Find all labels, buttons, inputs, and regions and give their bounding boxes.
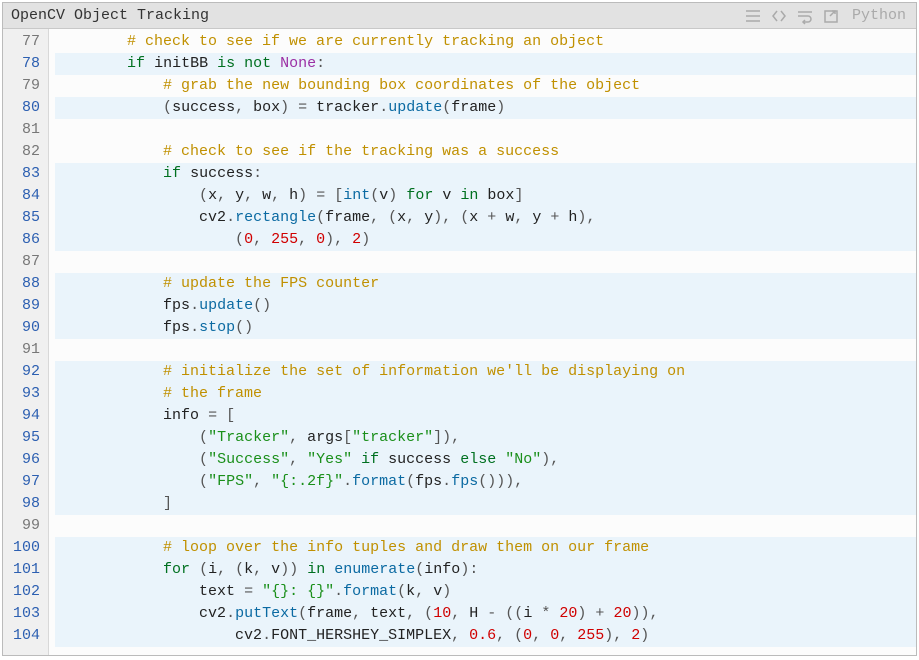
line-number: 97 (13, 471, 40, 493)
line-number: 79 (13, 75, 40, 97)
code-line: # initialize the set of information we'l… (55, 361, 916, 383)
editor-window: OpenCV Object Tracking Python 7778798081… (2, 2, 917, 656)
code-line (55, 339, 916, 361)
line-number: 100 (13, 537, 40, 559)
open-new-icon[interactable] (822, 7, 840, 25)
code-line: (success, box) = tracker.update(frame) (55, 97, 916, 119)
line-number: 81 (13, 119, 40, 141)
line-number: 80 (13, 97, 40, 119)
line-number: 98 (13, 493, 40, 515)
code-line: # check to see if we are currently track… (55, 31, 916, 53)
line-number-gutter: 7778798081828384858687888990919293949596… (3, 29, 49, 655)
line-number: 101 (13, 559, 40, 581)
code-line: text = "{}: {}".format(k, v) (55, 581, 916, 603)
hamburger-icon[interactable] (744, 7, 762, 25)
code-line: # grab the new bounding box coordinates … (55, 75, 916, 97)
line-number: 92 (13, 361, 40, 383)
code-line: cv2.putText(frame, text, (10, H - ((i * … (55, 603, 916, 625)
line-number: 89 (13, 295, 40, 317)
code-icon[interactable] (770, 7, 788, 25)
line-number: 84 (13, 185, 40, 207)
code-line (55, 251, 916, 273)
code-line: fps.stop() (55, 317, 916, 339)
line-number: 99 (13, 515, 40, 537)
code-line: ] (55, 493, 916, 515)
titlebar: OpenCV Object Tracking Python (3, 3, 916, 29)
line-number: 95 (13, 427, 40, 449)
code-line: cv2.rectangle(frame, (x, y), (x + w, y +… (55, 207, 916, 229)
line-number: 85 (13, 207, 40, 229)
line-number: 77 (13, 31, 40, 53)
line-number: 103 (13, 603, 40, 625)
code-line: (0, 255, 0), 2) (55, 229, 916, 251)
code-line: # update the FPS counter (55, 273, 916, 295)
code-line: cv2.FONT_HERSHEY_SIMPLEX, 0.6, (0, 0, 25… (55, 625, 916, 647)
line-number: 82 (13, 141, 40, 163)
code-content[interactable]: # check to see if we are currently track… (49, 29, 916, 655)
line-number: 91 (13, 339, 40, 361)
code-line: # check to see if the tracking was a suc… (55, 141, 916, 163)
line-number: 88 (13, 273, 40, 295)
line-number: 86 (13, 229, 40, 251)
code-line (55, 515, 916, 537)
line-number: 90 (13, 317, 40, 339)
code-line: for (i, (k, v)) in enumerate(info): (55, 559, 916, 581)
line-number: 87 (13, 251, 40, 273)
code-line (55, 119, 916, 141)
file-title: OpenCV Object Tracking (11, 7, 744, 24)
code-line: # the frame (55, 383, 916, 405)
code-line: if initBB is not None: (55, 53, 916, 75)
code-line: ("FPS", "{:.2f}".format(fps.fps())), (55, 471, 916, 493)
code-line: # loop over the info tuples and draw the… (55, 537, 916, 559)
toolbar-icons: Python (744, 7, 912, 25)
code-area: 7778798081828384858687888990919293949596… (3, 29, 916, 655)
code-line: fps.update() (55, 295, 916, 317)
code-line: ("Tracker", args["tracker"]), (55, 427, 916, 449)
code-line: (x, y, w, h) = [int(v) for v in box] (55, 185, 916, 207)
line-number: 83 (13, 163, 40, 185)
code-line: if success: (55, 163, 916, 185)
code-line: ("Success", "Yes" if success else "No"), (55, 449, 916, 471)
code-line: info = [ (55, 405, 916, 427)
line-number: 96 (13, 449, 40, 471)
line-number: 78 (13, 53, 40, 75)
line-number: 93 (13, 383, 40, 405)
line-number: 102 (13, 581, 40, 603)
language-label: Python (852, 7, 906, 24)
wrap-icon[interactable] (796, 7, 814, 25)
line-number: 94 (13, 405, 40, 427)
line-number: 104 (13, 625, 40, 647)
